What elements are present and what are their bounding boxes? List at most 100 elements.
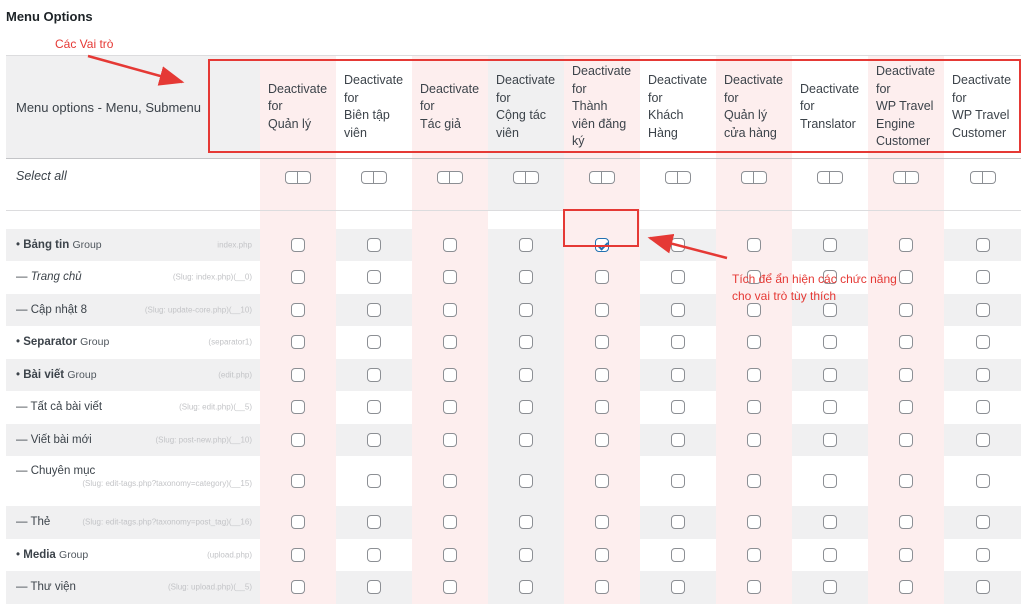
deactivate-checkbox[interactable] [443,270,457,285]
deactivate-checkbox[interactable] [595,580,609,595]
deactivate-checkbox[interactable] [671,473,685,488]
deactivate-checkbox[interactable] [367,270,381,285]
deactivate-checkbox[interactable] [519,335,533,350]
deactivate-checkbox[interactable] [367,473,381,488]
deactivate-checkbox[interactable] [671,547,685,562]
deactivate-checkbox[interactable] [671,237,685,252]
select-all-checkbox[interactable] [893,171,906,184]
deactivate-checkbox[interactable] [595,335,609,350]
deactivate-checkbox[interactable] [899,302,913,317]
deactivate-checkbox[interactable] [443,515,457,530]
deactivate-checkbox[interactable] [747,547,761,562]
deactivate-checkbox[interactable] [519,432,533,447]
deactivate-checkbox[interactable] [367,237,381,252]
deactivate-checkbox[interactable] [519,515,533,530]
deactivate-checkbox[interactable] [519,367,533,382]
deactivate-checkbox[interactable] [291,335,305,350]
deactivate-checkbox[interactable] [823,237,837,252]
deactivate-checkbox[interactable] [671,270,685,285]
deselect-all-checkbox[interactable] [982,171,996,184]
deactivate-checkbox[interactable] [975,432,990,447]
deactivate-checkbox[interactable] [443,237,457,252]
deactivate-checkbox[interactable] [975,302,990,317]
select-all-toggle[interactable] [665,171,691,184]
select-all-toggle[interactable] [513,171,539,184]
deactivate-checkbox[interactable] [823,473,837,488]
deactivate-checkbox[interactable] [519,270,533,285]
deactivate-checkbox[interactable] [671,367,685,382]
deactivate-checkbox[interactable] [367,580,381,595]
deactivate-checkbox[interactable] [747,515,761,530]
deactivate-checkbox[interactable] [671,580,685,595]
deactivate-checkbox[interactable] [291,270,305,285]
deactivate-checkbox[interactable] [823,400,837,415]
deactivate-checkbox[interactable] [671,302,685,317]
deactivate-checkbox[interactable] [367,400,381,415]
deselect-all-checkbox[interactable] [450,171,463,184]
deactivate-checkbox[interactable] [443,547,457,562]
deactivate-checkbox[interactable] [975,335,990,350]
deactivate-checkbox[interactable] [823,547,837,562]
deactivate-checkbox[interactable] [899,237,913,252]
deactivate-checkbox[interactable] [443,580,457,595]
select-all-toggle[interactable] [361,171,387,184]
deactivate-checkbox[interactable] [443,302,457,317]
deactivate-checkbox[interactable] [519,473,533,488]
deactivate-checkbox[interactable] [367,367,381,382]
select-all-toggle[interactable] [969,171,996,184]
deactivate-checkbox[interactable] [291,367,305,382]
deactivate-checkbox[interactable] [291,547,305,562]
deactivate-checkbox[interactable] [595,432,609,447]
deselect-all-checkbox[interactable] [830,171,843,184]
deactivate-checkbox[interactable] [519,302,533,317]
select-all-toggle[interactable] [741,171,767,184]
deactivate-checkbox[interactable] [291,400,305,415]
select-all-checkbox[interactable] [817,171,830,184]
deactivate-checkbox[interactable] [899,580,913,595]
deactivate-checkbox[interactable] [519,547,533,562]
deactivate-checkbox[interactable] [519,237,533,252]
deselect-all-checkbox[interactable] [602,171,615,184]
select-all-checkbox[interactable] [437,171,450,184]
deactivate-checkbox[interactable] [595,367,609,382]
deactivate-checkbox[interactable] [291,432,305,447]
deactivate-checkbox[interactable] [595,400,609,415]
deactivate-checkbox[interactable] [367,432,381,447]
select-all-checkbox[interactable] [969,171,983,184]
deactivate-checkbox[interactable] [899,367,913,382]
deactivate-checkbox[interactable] [899,432,913,447]
deactivate-checkbox[interactable] [747,400,761,415]
select-all-checkbox[interactable] [361,171,374,184]
deactivate-checkbox[interactable] [367,302,381,317]
deactivate-checkbox[interactable] [671,515,685,530]
deselect-all-checkbox[interactable] [906,171,919,184]
deactivate-checkbox[interactable] [975,400,990,415]
deactivate-checkbox[interactable] [367,515,381,530]
select-all-checkbox[interactable] [513,171,526,184]
deactivate-checkbox[interactable] [443,432,457,447]
deactivate-checkbox[interactable] [975,367,990,382]
deactivate-checkbox[interactable] [291,580,305,595]
deactivate-checkbox[interactable] [975,237,990,252]
deactivate-checkbox[interactable] [975,580,990,595]
deactivate-checkbox[interactable] [671,400,685,415]
select-all-toggle[interactable] [817,171,843,184]
deactivate-checkbox[interactable] [975,547,990,562]
deactivate-checkbox[interactable] [747,473,761,488]
deactivate-checkbox[interactable] [443,367,457,382]
deactivate-checkbox[interactable] [291,473,305,488]
deactivate-checkbox[interactable] [747,432,761,447]
deactivate-checkbox[interactable] [975,473,990,488]
select-all-checkbox[interactable] [665,171,678,184]
deactivate-checkbox[interactable] [443,473,457,488]
deactivate-checkbox[interactable] [899,473,913,488]
deactivate-checkbox[interactable] [595,473,609,488]
deactivate-checkbox[interactable] [823,367,837,382]
deactivate-checkbox[interactable] [899,515,913,530]
deactivate-checkbox[interactable] [899,547,913,562]
deactivate-checkbox[interactable] [975,515,990,530]
deactivate-checkbox[interactable] [519,400,533,415]
deselect-all-checkbox[interactable] [754,171,767,184]
deactivate-checkbox[interactable] [595,547,609,562]
deselect-all-checkbox[interactable] [678,171,691,184]
